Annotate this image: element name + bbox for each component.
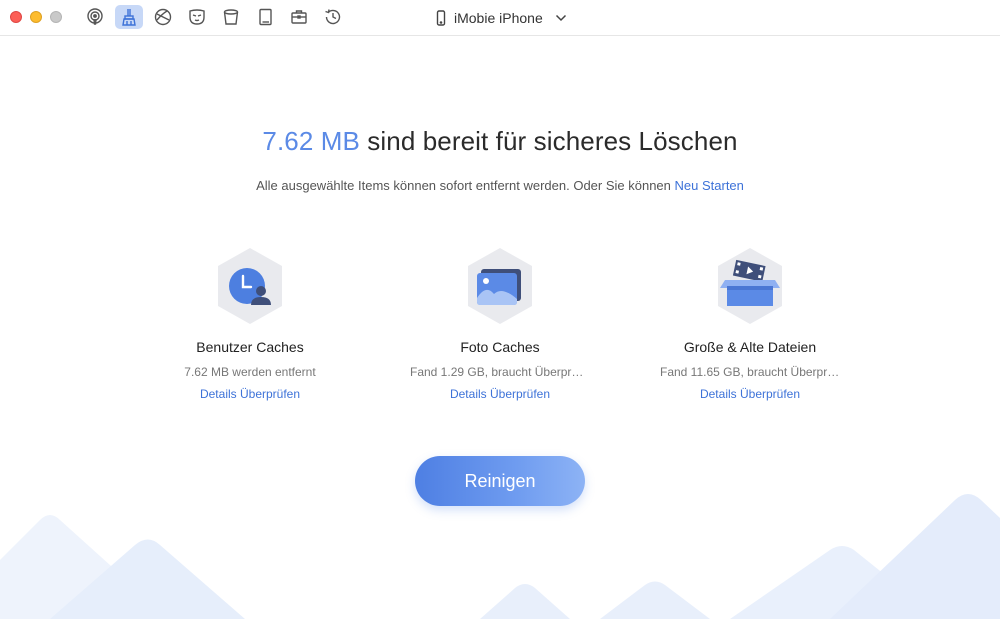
- card-title: Große & Alte Dateien: [683, 339, 817, 355]
- device-selector[interactable]: iMobie iPhone: [436, 0, 567, 36]
- large-files-icon: [718, 248, 782, 324]
- close-window-button[interactable]: [10, 11, 22, 23]
- card-title: Foto Caches: [460, 339, 540, 355]
- headline-size: 7.62 MB: [262, 126, 360, 156]
- title-bar: iMobie iPhone: [0, 0, 1000, 36]
- trash-bin-icon: [223, 9, 239, 25]
- page-title: 7.62 MB sind bereit für sicheres Löschen: [0, 126, 1000, 157]
- clean-button[interactable]: Reinigen: [415, 456, 585, 506]
- user-cache-icon: [218, 248, 282, 324]
- toolbar-button-book[interactable]: [251, 5, 279, 29]
- toolbar-button-history[interactable]: [319, 5, 347, 29]
- mask-icon: [189, 9, 205, 25]
- toolbar-button-briefcase[interactable]: [285, 5, 313, 29]
- globe-icon: [154, 8, 172, 26]
- restart-link[interactable]: Neu Starten: [675, 178, 744, 193]
- details-link[interactable]: Details Überprüfen: [625, 387, 875, 401]
- photo-cache-icon: [468, 248, 532, 324]
- card-title: Benutzer Caches: [196, 339, 304, 355]
- card-description: 7.62 MB werden entfernt: [184, 365, 316, 379]
- card-description: Fand 1.29 GB, braucht Überprüfung: [410, 365, 590, 379]
- maximize-window-button[interactable]: [50, 11, 62, 23]
- details-link[interactable]: Details Überprüfen: [125, 387, 375, 401]
- toolbar-button-globe[interactable]: [149, 5, 177, 29]
- history-icon: [325, 9, 341, 25]
- card-user-caches: Benutzer Caches 7.62 MB werden entfernt …: [125, 246, 375, 401]
- podcast-icon: [87, 8, 103, 25]
- briefcase-icon: [291, 10, 307, 24]
- headline-text: sind bereit für sicheres Löschen: [359, 126, 738, 156]
- book-icon: [259, 8, 272, 26]
- toolbar-button-cleanup[interactable]: [115, 5, 143, 29]
- card-description: Fand 11.65 GB, braucht Überprüfung: [660, 365, 840, 379]
- card-photo-caches: Foto Caches Fand 1.29 GB, braucht Überpr…: [375, 246, 625, 401]
- toolbar-button-trash[interactable]: [217, 5, 245, 29]
- broom-icon: [122, 9, 136, 26]
- page-subtitle: Alle ausgewählte Items können sofort ent…: [0, 178, 1000, 193]
- card-large-old-files: Große & Alte Dateien Fand 11.65 GB, brau…: [625, 246, 875, 401]
- toolbar-button-privacy[interactable]: [183, 5, 211, 29]
- toolbar-button-podcast[interactable]: [81, 5, 109, 29]
- subline-text: Alle ausgewählte Items können sofort ent…: [256, 178, 675, 193]
- minimize-window-button[interactable]: [30, 11, 42, 23]
- details-link[interactable]: Details Überprüfen: [375, 387, 625, 401]
- phone-icon: [436, 10, 446, 26]
- device-name: iMobie iPhone: [454, 10, 543, 26]
- chevron-down-icon: [555, 14, 566, 22]
